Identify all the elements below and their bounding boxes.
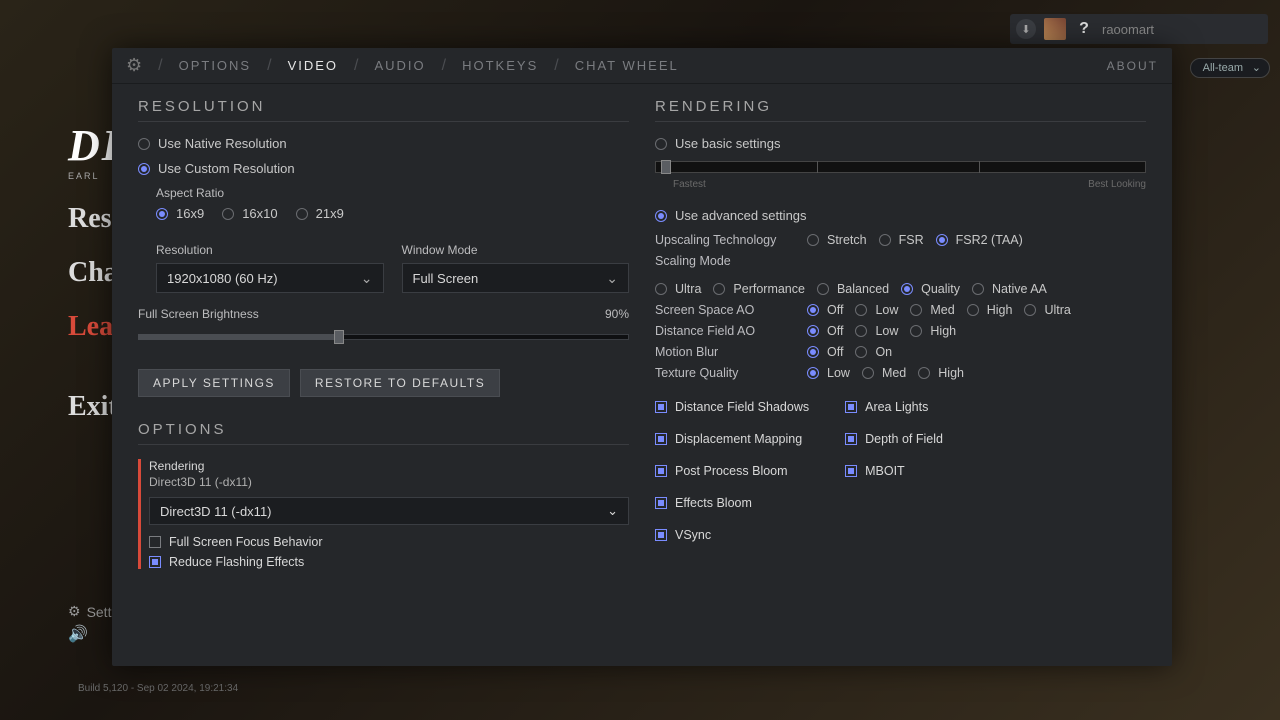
window-mode-dropdown[interactable]: Full Screen⌄ <box>402 263 630 293</box>
quality-slider[interactable] <box>655 161 1146 175</box>
team-selector[interactable]: All-team <box>1190 58 1270 78</box>
radio-mblur-0[interactable]: Off <box>807 345 843 359</box>
rendering-api-dropdown[interactable]: Direct3D 11 (-dx11)⌄ <box>149 497 629 525</box>
radio-scaling-2[interactable]: Balanced <box>817 282 889 296</box>
radio-tex-0[interactable]: Low <box>807 366 850 380</box>
tab-about[interactable]: ABOUT <box>1107 59 1158 73</box>
gear-icon: ⚙ <box>68 603 81 620</box>
download-icon[interactable]: ⬇ <box>1016 19 1036 39</box>
section-options: OPTIONS <box>138 421 629 438</box>
radio-dfao-0[interactable]: Off <box>807 324 843 338</box>
rendering-column: RENDERING Use basic settings FastestBest… <box>655 98 1146 575</box>
radio-upscaling-0[interactable]: Stretch <box>807 233 867 247</box>
tab-chatwheel[interactable]: CHAT WHEEL <box>575 58 679 73</box>
setting-scaling: Scaling ModeUltraPerformanceBalancedQual… <box>655 254 1146 296</box>
settings-menu-item[interactable]: ⚙Sett <box>68 603 111 620</box>
tab-video[interactable]: VIDEO <box>288 58 338 73</box>
checkbox-mboit[interactable]: MBOIT <box>845 464 943 478</box>
speaker-icon[interactable]: 🔊 <box>68 624 88 644</box>
radio-dfao-2[interactable]: High <box>910 324 956 338</box>
checkbox-focus-behavior[interactable]: Full Screen Focus Behavior <box>149 535 629 549</box>
user-bar: ⬇ ? raoomart <box>1010 14 1268 44</box>
radio-ssao-2[interactable]: Med <box>910 303 954 317</box>
resolution-column: RESOLUTION Use Native Resolution Use Cus… <box>138 98 629 575</box>
username: raoomart <box>1102 22 1262 37</box>
resolution-dropdown[interactable]: 1920x1080 (60 Hz)⌄ <box>156 263 384 293</box>
setting-dfao: Distance Field AOOffLowHigh <box>655 324 1146 338</box>
checkbox-distance-field-shadows[interactable]: Distance Field Shadows <box>655 400 809 414</box>
chevron-down-icon: ⌄ <box>607 503 618 519</box>
checkbox-vsync[interactable]: VSync <box>655 528 809 542</box>
setting-mblur: Motion BlurOffOn <box>655 345 1146 359</box>
section-resolution: RESOLUTION <box>138 98 629 115</box>
checkbox-area-lights[interactable]: Area Lights <box>845 400 943 414</box>
brightness-slider[interactable] <box>138 329 629 343</box>
settings-panel: ⚙ /OPTIONS /VIDEO /AUDIO /HOTKEYS /CHAT … <box>112 48 1172 666</box>
radio-scaling-1[interactable]: Performance <box>713 282 805 296</box>
setting-upscaling: Upscaling TechnologyStretchFSRFSR2 (TAA) <box>655 233 1146 247</box>
setting-ssao: Screen Space AOOffLowMedHighUltra <box>655 303 1146 317</box>
tab-options[interactable]: OPTIONS <box>179 58 252 73</box>
chevron-down-icon: ⌄ <box>361 270 373 287</box>
brightness-value: 90% <box>605 307 629 321</box>
section-rendering: RENDERING <box>655 98 1146 115</box>
build-info: Build 5,120 - Sep 02 2024, 19:21:34 <box>78 683 238 694</box>
radio-scaling-3[interactable]: Quality <box>901 282 960 296</box>
tab-bar: ⚙ /OPTIONS /VIDEO /AUDIO /HOTKEYS /CHAT … <box>112 48 1172 84</box>
radio-tex-1[interactable]: Med <box>862 366 906 380</box>
tab-hotkeys[interactable]: HOTKEYS <box>462 58 538 73</box>
checkbox-post-process-bloom[interactable]: Post Process Bloom <box>655 464 809 478</box>
restore-button[interactable]: RESTORE TO DEFAULTS <box>300 369 500 397</box>
radio-upscaling-1[interactable]: FSR <box>879 233 924 247</box>
apply-button[interactable]: APPLY SETTINGS <box>138 369 290 397</box>
checkbox-reduce-flashing[interactable]: Reduce Flashing Effects <box>149 555 629 569</box>
aspect-16x9[interactable]: 16x9 <box>156 206 204 221</box>
avatar[interactable] <box>1044 18 1066 40</box>
radio-upscaling-2[interactable]: FSR2 (TAA) <box>936 233 1023 247</box>
radio-advanced[interactable]: Use advanced settings <box>655 208 1146 223</box>
radio-custom[interactable]: Use Custom Resolution <box>138 161 629 176</box>
radio-tex-2[interactable]: High <box>918 366 964 380</box>
aspect-21x9[interactable]: 21x9 <box>296 206 344 221</box>
gear-icon[interactable]: ⚙ <box>126 55 142 76</box>
checkbox-displacement-mapping[interactable]: Displacement Mapping <box>655 432 809 446</box>
checkbox-effects-bloom[interactable]: Effects Bloom <box>655 496 809 510</box>
radio-scaling-0[interactable]: Ultra <box>655 282 701 296</box>
aspect-16x10[interactable]: 16x10 <box>222 206 277 221</box>
radio-ssao-0[interactable]: Off <box>807 303 843 317</box>
radio-ssao-3[interactable]: High <box>967 303 1013 317</box>
radio-basic[interactable]: Use basic settings <box>655 136 1146 151</box>
checkbox-depth-of-field[interactable]: Depth of Field <box>845 432 943 446</box>
help-icon[interactable]: ? <box>1074 19 1094 39</box>
setting-tex: Texture QualityLowMedHigh <box>655 366 1146 380</box>
radio-scaling-4[interactable]: Native AA <box>972 282 1047 296</box>
radio-ssao-1[interactable]: Low <box>855 303 898 317</box>
radio-dfao-1[interactable]: Low <box>855 324 898 338</box>
chevron-down-icon: ⌄ <box>606 270 618 287</box>
tab-audio[interactable]: AUDIO <box>374 58 425 73</box>
radio-ssao-4[interactable]: Ultra <box>1024 303 1070 317</box>
radio-mblur-1[interactable]: On <box>855 345 892 359</box>
radio-native[interactable]: Use Native Resolution <box>138 136 629 151</box>
